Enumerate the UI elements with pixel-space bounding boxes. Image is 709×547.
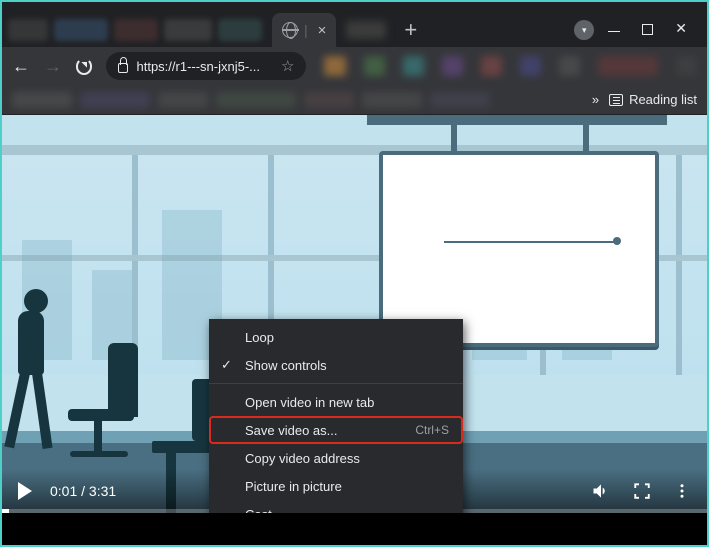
tab-active[interactable]: | × [272, 13, 336, 47]
context-menu-label: Cast... [245, 507, 283, 514]
tab-obscured[interactable] [164, 19, 212, 41]
bookmark-obscured[interactable] [12, 92, 72, 108]
tab-obscured[interactable] [54, 19, 108, 41]
context-menu-item-show-controls[interactable]: ✓ Show controls [209, 351, 463, 379]
reading-list-icon [609, 94, 623, 106]
video-container: 0:01 / 3:31 Loop ✓ Show controls Open video… [2, 115, 707, 543]
bookmark-obscured[interactable] [430, 92, 490, 108]
bookmark-obscured[interactable] [304, 92, 354, 108]
letterbox-bar [2, 513, 707, 543]
play-button[interactable] [18, 482, 32, 500]
address-bar[interactable]: https://r1---sn-jxnj5-... ☆ [106, 52, 306, 80]
volume-button[interactable] [591, 481, 611, 501]
bookmark-obscured[interactable] [158, 92, 208, 108]
tab-strip: | × + ✕ [2, 13, 707, 47]
close-tab-icon[interactable]: × [318, 22, 327, 39]
extension-obscured[interactable] [559, 56, 580, 76]
context-menu-item-loop[interactable]: Loop [209, 323, 463, 351]
tab-obscured[interactable] [114, 19, 158, 41]
context-menu-label: Loop [245, 330, 274, 345]
context-menu-separator [209, 383, 463, 384]
reading-list-button[interactable]: Reading list [609, 92, 697, 107]
close-window-button[interactable]: ✕ [675, 22, 687, 38]
bookmark-bar: » Reading list [2, 85, 707, 115]
extension-obscured[interactable] [403, 56, 424, 76]
extension-obscured[interactable] [442, 56, 463, 76]
extension-obscured[interactable] [481, 56, 502, 76]
video-time: 0:01 / 3:31 [50, 483, 116, 499]
extension-obscured[interactable] [324, 56, 345, 76]
check-icon: ✓ [221, 357, 232, 373]
bookmark-obscured[interactable] [80, 92, 150, 108]
new-tab-button[interactable]: + [404, 17, 417, 43]
context-menu-label: Show controls [245, 358, 327, 373]
bookmark-star-icon[interactable]: ☆ [281, 57, 294, 75]
extension-obscured[interactable] [520, 56, 541, 76]
tab-separator: | [304, 22, 308, 38]
url-text: https://r1---sn-jxnj5-... [136, 59, 260, 74]
context-menu-item-cast[interactable]: Cast... [209, 500, 463, 513]
context-menu-item-save-video-as[interactable]: Save video as... Ctrl+S [209, 416, 463, 444]
back-button[interactable]: ← [12, 56, 30, 77]
reading-list-label: Reading list [629, 92, 697, 107]
video-player[interactable]: 0:01 / 3:31 Loop ✓ Show controls Open video… [2, 115, 707, 513]
minimize-button[interactable] [608, 22, 620, 38]
toolbar: ← → https://r1---sn-jxnj5-... ☆ [2, 47, 707, 85]
reload-button[interactable] [76, 58, 92, 75]
context-menu-shortcut: Ctrl+S [415, 423, 449, 437]
context-menu-label: Picture in picture [245, 479, 342, 494]
window-controls: ✕ [608, 22, 687, 38]
bookmark-overflow-button[interactable]: » [592, 92, 599, 107]
context-menu-label: Save video as... [245, 423, 338, 438]
extension-obscured[interactable] [364, 56, 385, 76]
maximize-button[interactable] [642, 22, 653, 38]
context-menu-item-picture-in-picture[interactable]: Picture in picture [209, 472, 463, 500]
lock-icon [118, 63, 128, 73]
video-context-menu: Loop ✓ Show controls Open video in new tab S… [209, 319, 463, 513]
context-menu-label: Copy video address [245, 451, 360, 466]
more-options-button[interactable] [673, 482, 691, 500]
globe-icon [282, 22, 298, 38]
extension-obscured[interactable] [598, 56, 658, 76]
bookmark-obscured[interactable] [362, 92, 422, 108]
tab-obscured[interactable] [218, 19, 262, 41]
profile-avatar[interactable] [574, 20, 594, 40]
context-menu-item-copy-video-address[interactable]: Copy video address [209, 444, 463, 472]
forward-button[interactable]: → [44, 56, 62, 77]
fullscreen-button[interactable] [633, 482, 651, 500]
tab-obscured[interactable] [8, 19, 48, 41]
titlebar [2, 2, 707, 13]
bookmark-obscured[interactable] [216, 92, 296, 108]
context-menu-label: Open video in new tab [245, 395, 374, 410]
extension-obscured[interactable] [676, 56, 697, 76]
context-menu-item-open-video-in-new-tab[interactable]: Open video in new tab [209, 388, 463, 416]
tab-obscured[interactable] [346, 21, 386, 39]
